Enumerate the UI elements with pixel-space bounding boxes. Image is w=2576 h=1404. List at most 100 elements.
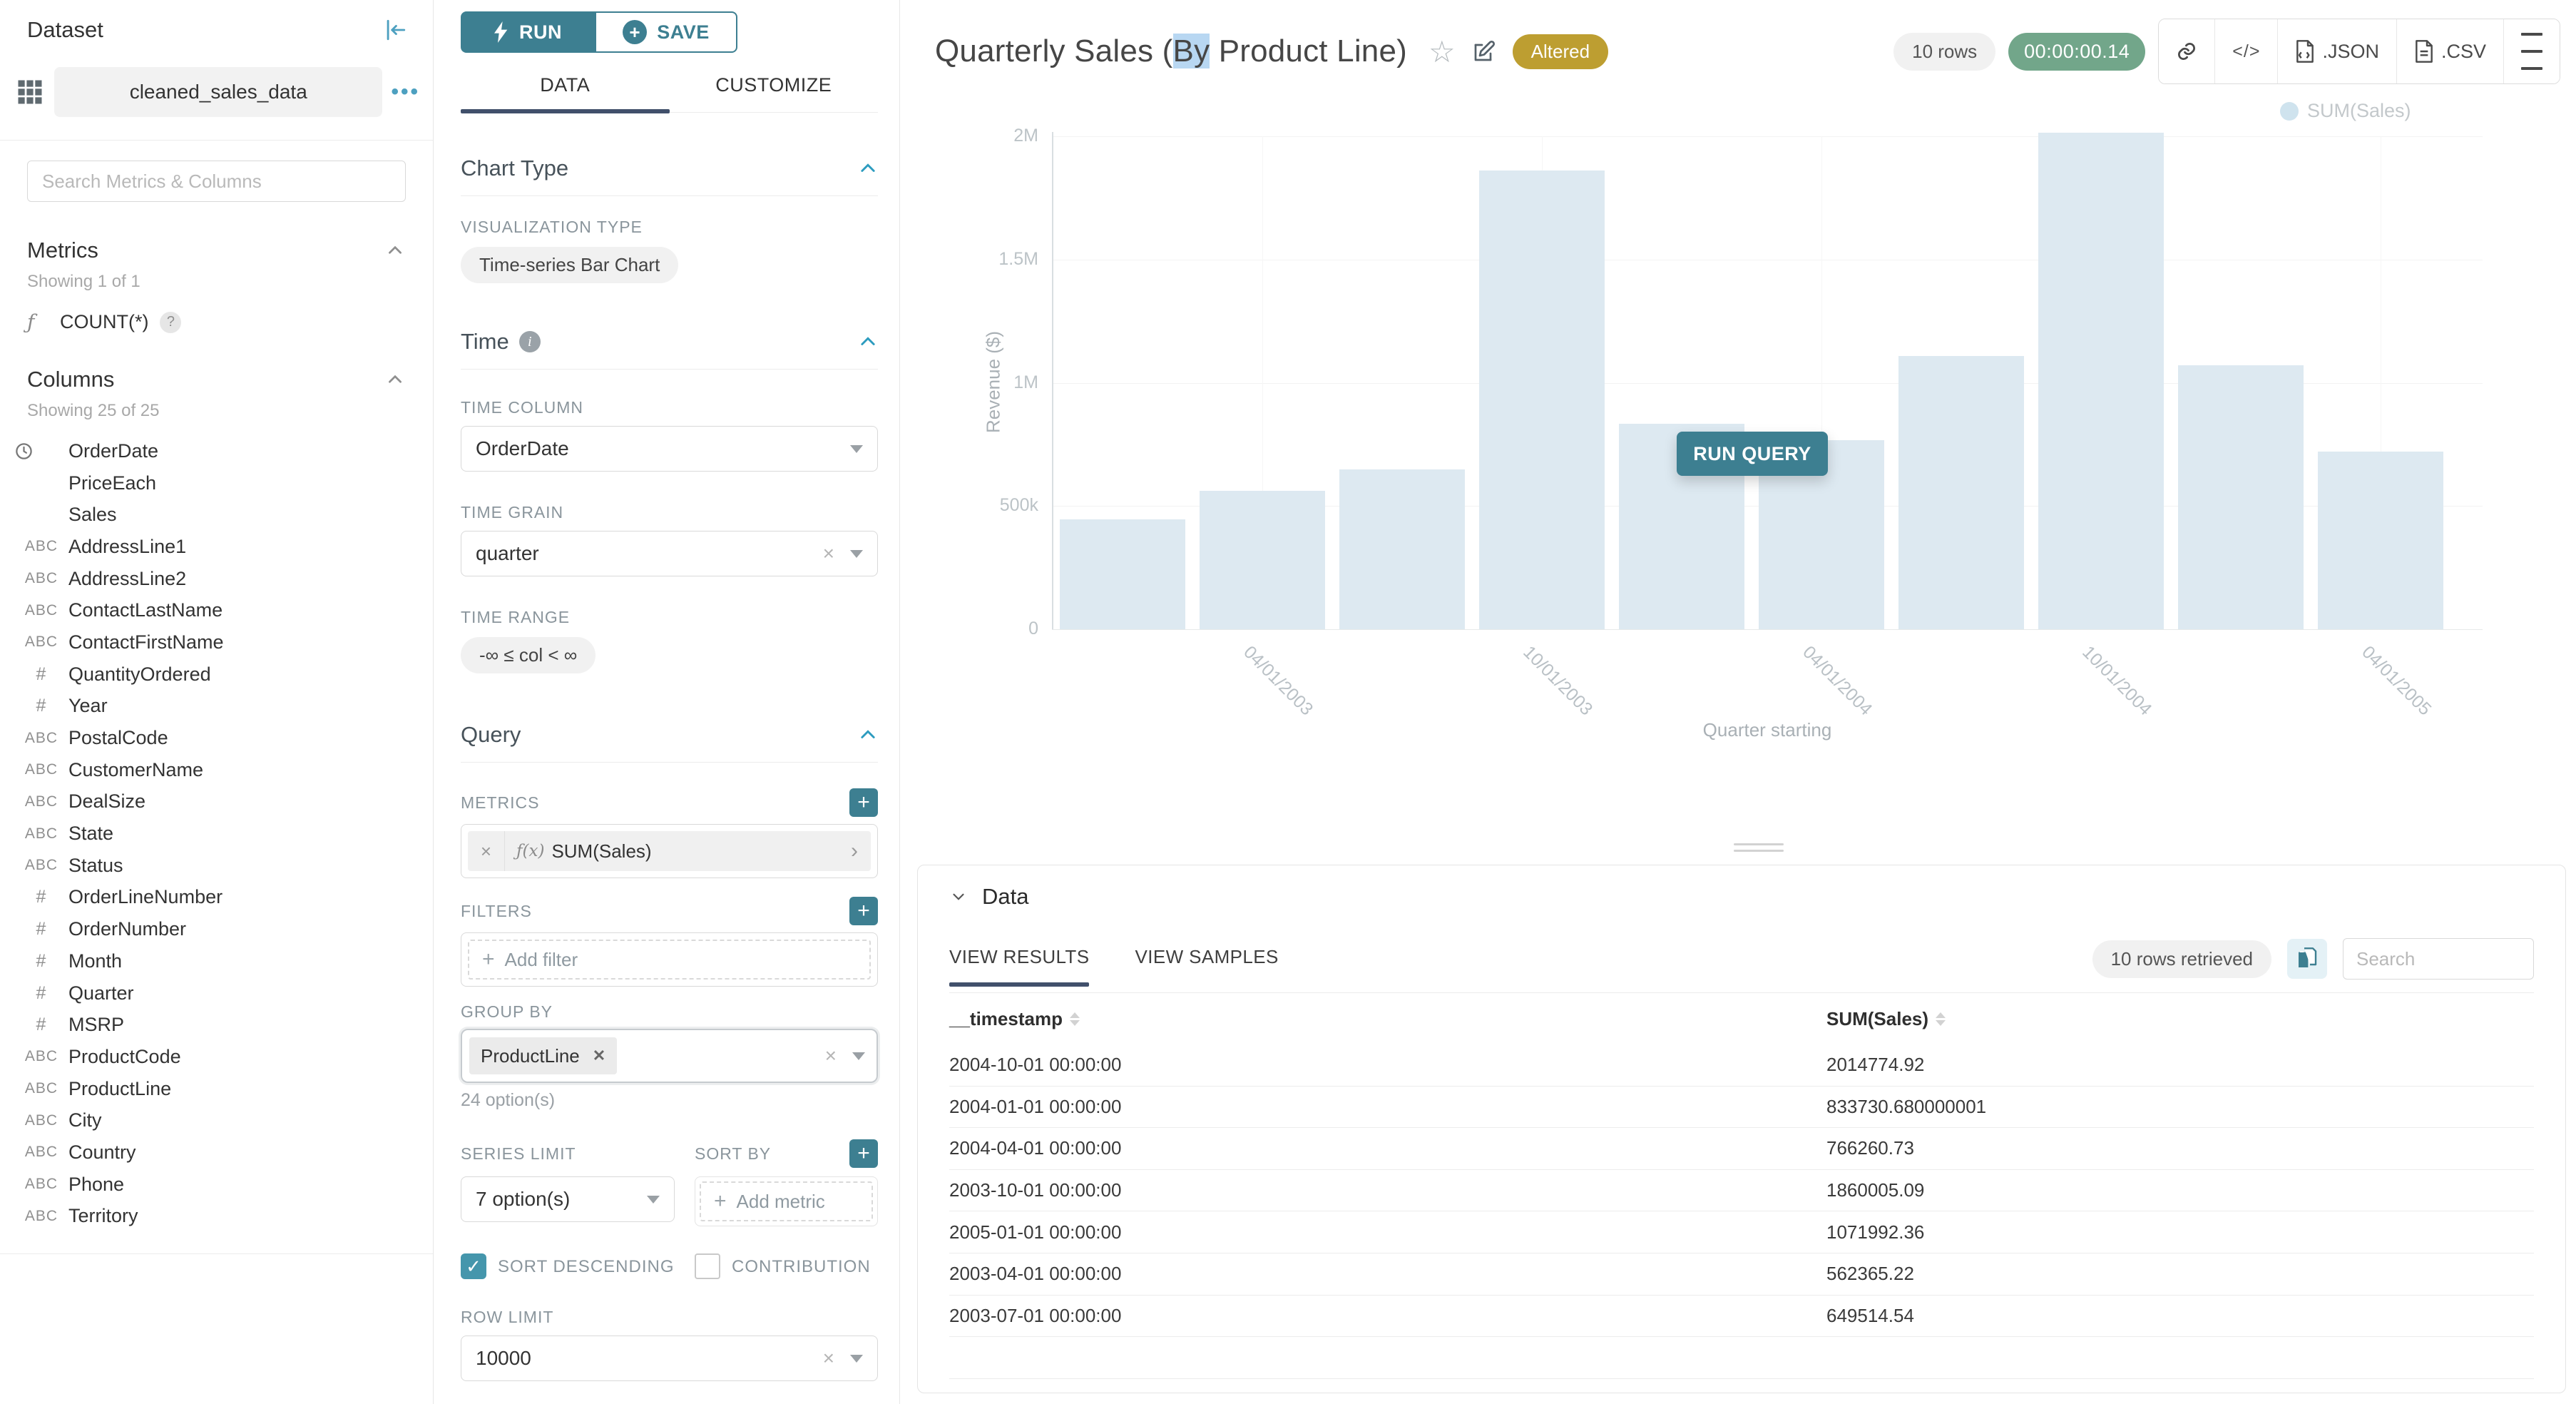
column-header-timestamp[interactable]: __timestamp: [949, 1008, 1826, 1030]
column-list-item[interactable]: OrderDate: [0, 435, 433, 467]
column-list-item[interactable]: ABCContactFirstName: [0, 626, 433, 658]
clear-icon[interactable]: ×: [823, 1347, 834, 1370]
metric-token[interactable]: × ƒ(x) SUM(Sales) ›: [468, 831, 871, 871]
table-row[interactable]: 2003-07-01 00:00:00649514.54: [949, 1296, 2534, 1338]
bar-2003-04-01[interactable]: [1200, 491, 1325, 629]
group-by-token[interactable]: ProductLine ✕: [469, 1037, 617, 1074]
group-by-select[interactable]: ProductLine ✕ ×: [461, 1029, 878, 1083]
bar-2003-01-01[interactable]: [1060, 519, 1185, 629]
metric-list-item[interactable]: ƒ COUNT(*) ?: [0, 310, 433, 334]
time-grain-value: quarter: [476, 542, 823, 565]
column-list-item[interactable]: ABCPhone: [0, 1169, 433, 1201]
column-label: PriceEach: [68, 472, 156, 494]
chevron-up-icon[interactable]: [858, 332, 878, 352]
tab-view-results[interactable]: VIEW RESULTS: [949, 946, 1089, 985]
info-icon[interactable]: i: [519, 331, 541, 352]
column-list-item[interactable]: #OrderNumber: [0, 913, 433, 945]
chevron-right-icon[interactable]: ›: [851, 839, 858, 863]
chart-legend[interactable]: SUM(Sales): [2280, 100, 2411, 122]
column-list-item[interactable]: ABCAddressLine2: [0, 563, 433, 595]
add-filter-button[interactable]: +: [849, 897, 878, 925]
sort-descending-checkbox[interactable]: ✓: [461, 1253, 486, 1279]
column-label: OrderDate: [68, 440, 158, 462]
dataset-name[interactable]: cleaned_sales_data: [54, 67, 382, 117]
column-list-item[interactable]: ABCStatus: [0, 850, 433, 882]
tab-view-samples[interactable]: VIEW SAMPLES: [1135, 946, 1278, 985]
panel-resize-handle[interactable]: [1734, 843, 1784, 856]
table-row[interactable]: 2004-01-01 00:00:00833730.680000001: [949, 1087, 2534, 1129]
tab-data[interactable]: DATA: [461, 74, 670, 112]
time-column-select[interactable]: OrderDate: [461, 426, 878, 472]
column-list-item[interactable]: ABCCustomerName: [0, 754, 433, 786]
column-list-item[interactable]: ABCCity: [0, 1104, 433, 1136]
column-list-item[interactable]: PriceEach: [0, 467, 433, 499]
table-row[interactable]: 2004-04-01 00:00:00766260.73: [949, 1128, 2534, 1170]
column-list-item[interactable]: #OrderLineNumber: [0, 882, 433, 914]
column-list-item[interactable]: ABCProductCode: [0, 1041, 433, 1073]
time-range-value[interactable]: -∞ ≤ col < ∞: [461, 637, 596, 673]
bar-2005-01-01[interactable]: [2178, 365, 2304, 629]
table-row[interactable]: 2005-01-01 00:00:001071992.36: [949, 1211, 2534, 1253]
metrics-label: METRICS: [461, 793, 540, 813]
chevron-down-icon: [850, 550, 863, 558]
column-list-item[interactable]: ABCProductLine: [0, 1073, 433, 1105]
clear-icon[interactable]: ×: [825, 1044, 837, 1067]
sort-icon: [1936, 1012, 1946, 1026]
add-sort-metric-button[interactable]: +: [849, 1139, 878, 1168]
y-axis-line: [1052, 132, 1053, 630]
add-metric-button[interactable]: +: [849, 788, 878, 817]
chevron-down-icon: [850, 1355, 863, 1363]
contribution-checkbox[interactable]: [695, 1253, 720, 1279]
collapse-sidebar-icon[interactable]: [383, 18, 407, 42]
column-list-item[interactable]: ABCAddressLine1: [0, 531, 433, 563]
column-list-item[interactable]: #Quarter: [0, 977, 433, 1009]
add-sort-metric-dropzone[interactable]: + Add metric: [700, 1181, 873, 1221]
add-filter-dropzone[interactable]: + Add filter: [468, 940, 871, 980]
chevron-up-icon[interactable]: [386, 370, 404, 389]
column-list-item[interactable]: ABCTerritory: [0, 1201, 433, 1233]
chevron-up-icon[interactable]: [858, 158, 878, 178]
run-query-overlay-button[interactable]: RUN QUERY: [1677, 432, 1828, 476]
search-metrics-columns-input[interactable]: [27, 161, 406, 202]
results-search-input[interactable]: [2343, 938, 2534, 980]
column-list-item[interactable]: ABCPostalCode: [0, 722, 433, 754]
table-row[interactable]: 2003-10-01 00:00:001860005.09: [949, 1170, 2534, 1212]
bar-2003-07-01[interactable]: [1339, 469, 1465, 629]
tab-customize[interactable]: CUSTOMIZE: [670, 74, 879, 112]
row-limit-select[interactable]: 10000 ×: [461, 1336, 878, 1381]
help-icon[interactable]: ?: [160, 312, 181, 333]
bar-2005-04-01[interactable]: [2318, 452, 2443, 629]
run-button[interactable]: RUN: [461, 11, 595, 53]
bar-2003-10-01[interactable]: [1479, 171, 1605, 629]
column-list-item[interactable]: Sales: [0, 499, 433, 531]
column-list-item[interactable]: ABCContactLastName: [0, 594, 433, 626]
chevron-up-icon[interactable]: [386, 241, 404, 260]
table-row[interactable]: 2004-10-01 00:00:002014774.92: [949, 1044, 2534, 1087]
bar-2004-10-01[interactable]: [2038, 133, 2164, 629]
column-list-item[interactable]: #MSRP: [0, 1009, 433, 1041]
bar-2004-07-01[interactable]: [1898, 356, 2024, 629]
time-grain-select[interactable]: quarter ×: [461, 531, 878, 576]
chevron-down-icon[interactable]: [949, 887, 968, 906]
dataset-options-icon[interactable]: •••: [391, 80, 420, 104]
column-label: OrderLineNumber: [68, 886, 223, 908]
copy-data-button[interactable]: [2287, 939, 2327, 979]
column-header-sum-sales[interactable]: SUM(Sales): [1826, 1008, 1946, 1030]
column-list-item[interactable]: ABCState: [0, 818, 433, 850]
visualization-type-value[interactable]: Time-series Bar Chart: [461, 247, 678, 283]
clear-icon[interactable]: ×: [823, 542, 834, 565]
column-list-item[interactable]: ABCCountry: [0, 1136, 433, 1169]
chevron-up-icon[interactable]: [858, 725, 878, 745]
table-grid-icon: [14, 76, 46, 108]
series-limit-select[interactable]: 7 option(s): [461, 1176, 675, 1222]
remove-metric-icon[interactable]: ×: [468, 831, 505, 871]
sort-by-label: SORT BY: [695, 1144, 771, 1164]
save-button[interactable]: + SAVE: [595, 11, 737, 53]
column-label: City: [68, 1109, 102, 1131]
column-list-item[interactable]: #QuantityOrdered: [0, 658, 433, 691]
column-list-item[interactable]: #Year: [0, 691, 433, 723]
column-list-item[interactable]: #Month: [0, 945, 433, 977]
table-row[interactable]: 2003-04-01 00:00:00562365.22: [949, 1253, 2534, 1296]
column-list-item[interactable]: ABCDealSize: [0, 786, 433, 818]
remove-token-icon[interactable]: ✕: [593, 1047, 605, 1065]
